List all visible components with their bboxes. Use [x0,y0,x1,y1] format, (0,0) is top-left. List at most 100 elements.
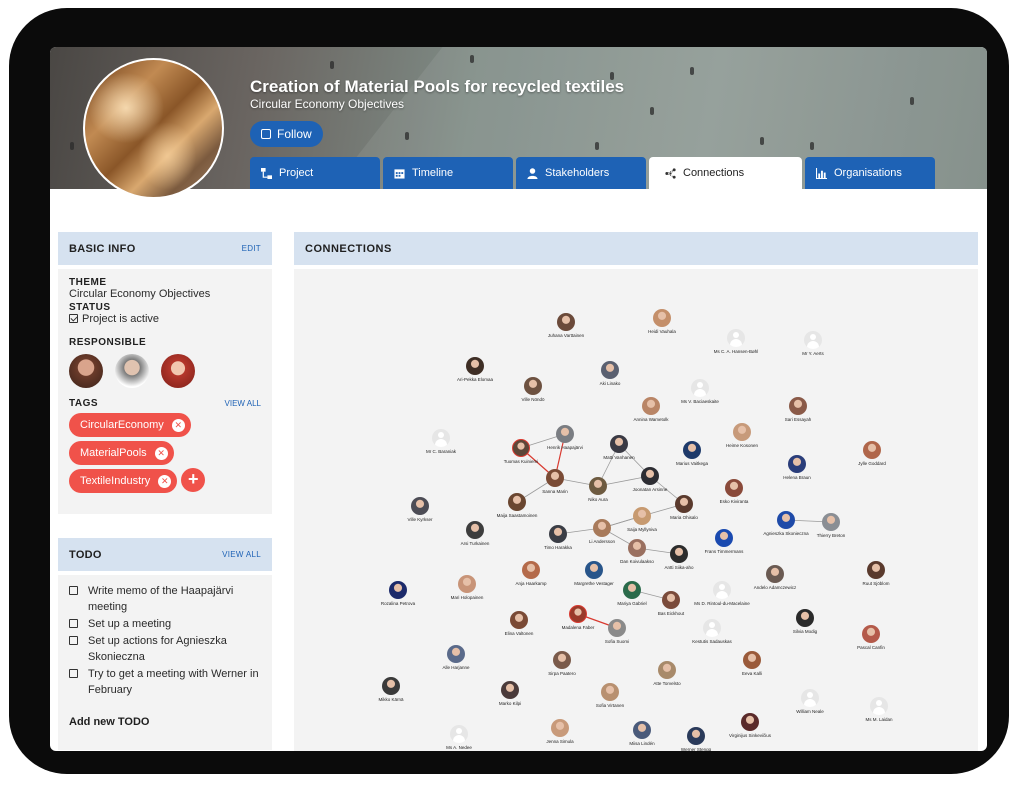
todo-text: Write memo of the Haapajärvi meeting [88,585,234,613]
checkbox[interactable] [69,636,78,645]
stakeholder-node[interactable]: Antti Siika-aho [644,545,714,570]
banner-figure [760,137,764,145]
remove-tag-icon[interactable]: ✕ [154,446,168,460]
add-tag-button[interactable]: + [181,467,206,492]
stakeholder-node[interactable]: Matti Vanhanen [584,435,654,460]
stakeholder-node[interactable]: Bas Eickhout [636,591,706,616]
tab-timeline[interactable]: Timeline [383,157,513,189]
todo-view-all-link[interactable]: VIEW ALL [222,550,261,559]
stakeholder-avatar [777,511,795,529]
edit-link[interactable]: EDIT [242,244,261,253]
stakeholder-node[interactable]: Pascal Canfin [836,625,906,650]
stakeholder-avatar [522,561,540,579]
stakeholder-avatar [870,697,888,715]
banner-figure [70,142,74,150]
remove-tag-icon[interactable]: ✕ [158,474,172,488]
sitemap-icon [261,167,272,179]
stakeholder-avatar [713,581,731,599]
stakeholder-node[interactable]: Jenna Simula [525,719,595,744]
stakeholder-node[interactable]: Arsi Turkainen [440,521,510,546]
checkbox[interactable] [69,669,78,678]
stakeholder-avatar [553,651,571,669]
tags-view-all-link[interactable]: VIEW ALL [225,399,261,408]
tag-chip[interactable]: CircularEconomy ✕ [69,413,191,437]
stakeholder-node[interactable]: Ruut Sjöblom [841,561,911,586]
stakeholder-node[interactable]: William Neale [775,689,845,714]
todo-item[interactable]: Write memo of the Haapajärvi meeting [69,583,261,615]
stakeholder-node[interactable]: Thierry Breton [796,513,866,538]
stakeholder-node[interactable]: Mikko Kärnä [356,677,426,702]
todo-text: Try to get a meeting with Werner in Febr… [88,668,259,696]
stakeholder-node[interactable]: Heime Kosonen [707,423,777,448]
stakeholder-node[interactable]: Rozalina Petrova [363,581,433,606]
stakeholder-node[interactable]: Mari Holopainen [432,575,502,600]
connections-header: CONNECTIONS [294,232,978,265]
stakeholder-node[interactable]: Ms M. Laidan [844,697,914,722]
stakeholder-node[interactable]: Sofia Virtanen [575,683,645,708]
checkbox[interactable] [69,586,78,595]
stakeholder-node[interactable]: Annina Wametolk [616,397,686,422]
todo-item[interactable]: Set up actions for Agnieszka Skonieczna [69,633,261,665]
stakeholder-node[interactable]: Maija Saastamoinen [482,493,552,518]
stakeholder-node[interactable]: Tuomas Kuiniemi [486,439,556,464]
stakeholder-node[interactable]: Silvia Modig [770,609,840,634]
stakeholder-node[interactable]: Kestutis Sadauskas [677,619,747,644]
stakeholder-avatar [608,619,626,637]
tag-chip[interactable]: TextileIndustry ✕ [69,469,178,493]
follow-button[interactable]: Follow [250,121,323,147]
todo-item[interactable]: Try to get a meeting with Werner in Febr… [69,666,261,698]
stakeholder-node[interactable]: Joonatan Arsinne [615,467,685,492]
stakeholder-avatar [733,423,751,441]
avatar[interactable] [115,354,149,388]
stakeholder-name: Tuomas Kuiniemi [503,459,539,464]
stakeholder-node[interactable]: Ville Nöndö [498,377,568,402]
stakeholder-node[interactable]: Mr Y. Aerts [778,331,848,356]
stakeholder-node[interactable]: Jylle Goddard [837,441,907,466]
stakeholder-node[interactable]: Sofia Suomi [582,619,652,644]
tab-project[interactable]: Project [250,157,380,189]
stakeholder-avatar [862,625,880,643]
stakeholder-node[interactable]: Helena Braun [762,455,832,480]
stakeholder-avatar [670,545,688,563]
stakeholder-name: Ms M. Laidan [865,717,893,722]
connections-graph[interactable]: Juhana Varttainen Heidi Vauhala Ms C. A. H… [294,269,978,751]
stakeholder-node[interactable]: Aki Linako [575,361,645,386]
stakeholder-node[interactable]: Ms A. Nedee [424,725,494,750]
stakeholder-node[interactable]: Heidi Vauhala [627,309,697,334]
stakeholder-node[interactable]: Anja Haarkamp [496,561,566,586]
stakeholder-node[interactable]: Mr C. Baraniak [406,429,476,454]
tab-label: Connections [683,167,745,179]
stakeholder-name: Sari Essayah [784,417,812,422]
stakeholder-node[interactable]: Ville Kyrkser [385,497,455,522]
stakeholder-avatar [766,565,784,583]
theme-label: THEME [69,277,107,288]
todo-text: Set up actions for Agnieszka Skonieczna [88,635,227,663]
stakeholder-node[interactable]: Sari Essayah [763,397,833,422]
stakeholder-node[interactable]: Eeva Kalli [717,651,787,676]
stakeholder-avatar [447,645,465,663]
stakeholder-name: Jylle Goddard [858,461,886,466]
stakeholder-node[interactable]: Elina Valtonen [484,611,554,636]
project-subtitle: Circular Economy Objectives [250,97,405,111]
stakeholder-node[interactable]: Marko Kilpi [475,681,545,706]
tab-organisations[interactable]: Organisations [805,157,935,189]
stakeholder-node[interactable]: Virginijus Sinkevičius [715,713,785,738]
stakeholder-avatar [585,561,603,579]
stakeholder-node[interactable]: Alle Harjanne [421,645,491,670]
tag-chip[interactable]: MaterialPools ✕ [69,441,174,465]
tab-connections[interactable]: Connections [649,157,802,189]
stakeholder-avatar [508,493,526,511]
stakeholder-name: Alle Harjanne [442,665,470,670]
checkbox[interactable] [69,619,78,628]
stakeholder-name: Jenna Simula [546,739,574,744]
tab-stakeholders[interactable]: Stakeholders [516,157,646,189]
stakeholder-node[interactable]: Sirpa Paatero [527,651,597,676]
stakeholder-name: Marko Kilpi [498,701,522,706]
stakeholder-node[interactable]: Juhana Varttainen [531,313,601,338]
add-todo-link[interactable]: Add new TODO [69,716,261,728]
avatar[interactable] [161,354,195,388]
remove-tag-icon[interactable]: ✕ [171,418,185,432]
todo-item[interactable]: Set up a meeting [69,616,261,632]
avatar[interactable] [69,354,103,388]
stakeholder-node[interactable]: Ms C. A. Hansen-Bøhl [701,329,771,354]
